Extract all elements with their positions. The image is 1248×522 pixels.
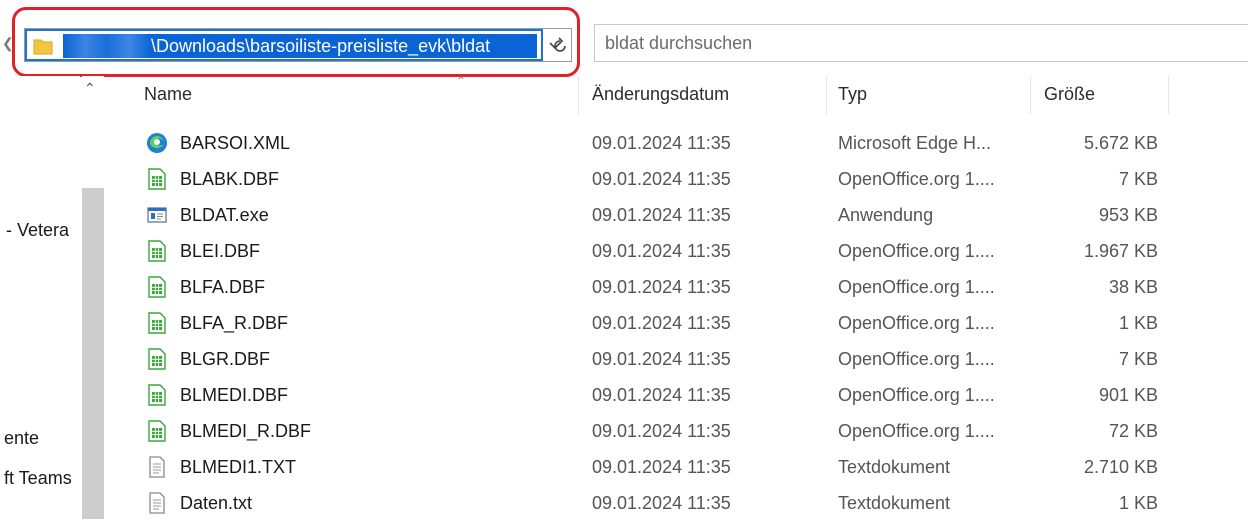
file-row[interactable]: BLDAT.exe 09.01.2024 11:35 Anwendung 953 KB <box>104 198 1248 234</box>
nav-scrollbar-thumb[interactable] <box>82 188 104 519</box>
address-path-text: \Downloads\barsoiliste-preisliste_evk\bl… <box>151 36 491 56</box>
spreadsheet-icon <box>146 384 168 406</box>
file-type: Textdokument <box>838 457 951 477</box>
file-type: OpenOffice.org 1.... <box>838 313 995 333</box>
file-size: 5.672 KB <box>1083 133 1158 153</box>
file-date: 09.01.2024 11:35 <box>592 385 731 405</box>
file-name: BLDAT.exe <box>180 205 269 225</box>
file-date: 09.01.2024 11:35 <box>592 133 731 153</box>
file-name: BLGR.DBF <box>180 349 271 369</box>
column-header-date[interactable]: Änderungsdatum <box>592 84 729 105</box>
spreadsheet-icon <box>146 312 168 334</box>
file-row[interactable]: BLEI.DBF 09.01.2024 11:35 OpenOffice.org 1… <box>104 234 1248 270</box>
search-input[interactable]: bldat durchsuchen <box>594 24 1248 62</box>
file-size: 38 KB <box>1108 277 1158 297</box>
file-name: BLFA_R.DBF <box>180 313 289 333</box>
file-size: 2.710 KB <box>1083 457 1158 477</box>
file-row[interactable]: BLGR.DBF 09.01.2024 11:35 OpenOffice.org 1… <box>104 342 1248 378</box>
edge-icon <box>146 132 168 154</box>
address-bar[interactable]: \Downloads\barsoiliste-preisliste_evk\bl… <box>24 28 572 62</box>
folder-icon <box>33 39 53 55</box>
nav-item-vetera[interactable]: - Vetera <box>6 220 69 241</box>
file-date: 09.01.2024 11:35 <box>592 457 731 477</box>
file-name: BLMEDI1.TXT <box>180 457 297 477</box>
file-date: 09.01.2024 11:35 <box>592 313 731 333</box>
spreadsheet-icon <box>146 276 168 298</box>
nav-item-ente[interactable]: ente <box>4 428 39 449</box>
column-header-type[interactable]: Typ <box>838 84 867 105</box>
file-date: 09.01.2024 11:35 <box>592 205 731 225</box>
file-row[interactable]: BLABK.DBF 09.01.2024 11:35 OpenOffice.org … <box>104 162 1248 198</box>
file-row[interactable]: BARSOI.XML 09.01.2024 11:35 Microsoft Edge… <box>104 126 1248 162</box>
spreadsheet-icon <box>146 168 168 190</box>
file-size: 7 KB <box>1118 169 1158 189</box>
text-document-icon <box>146 492 168 514</box>
blurred-path-segment <box>63 34 151 58</box>
file-size: 953 KB <box>1098 205 1158 225</box>
file-row[interactable]: Daten.txt 09.01.2024 11:35 Textdokument 1 K… <box>104 486 1248 522</box>
column-divider[interactable] <box>1030 76 1031 114</box>
address-toolbar: ❮ \Downloads\barsoiliste-preisliste_evk\… <box>0 0 1248 77</box>
file-name: BLMEDI.DBF <box>180 385 289 405</box>
refresh-icon[interactable] <box>550 36 570 56</box>
application-icon <box>146 204 168 226</box>
file-row[interactable]: BLMEDI_R.DBF 09.01.2024 11:35 OpenOffice.o… <box>104 414 1248 450</box>
file-type: Microsoft Edge H... <box>838 133 992 153</box>
file-type: OpenOffice.org 1.... <box>838 349 995 369</box>
column-header-size[interactable]: Größe <box>1044 84 1095 105</box>
navigation-pane: - Vetera ente ft Teams <box>0 76 80 519</box>
spreadsheet-icon <box>146 240 168 262</box>
search-placeholder: bldat durchsuchen <box>605 33 753 53</box>
file-date: 09.01.2024 11:35 <box>592 277 731 297</box>
file-name: BLMEDI_R.DBF <box>180 421 312 441</box>
column-divider[interactable] <box>826 76 827 114</box>
address-input[interactable]: \Downloads\barsoiliste-preisliste_evk\bl… <box>25 29 543 61</box>
file-name: BLEI.DBF <box>180 241 261 261</box>
file-date: 09.01.2024 11:35 <box>592 421 731 441</box>
file-name: BARSOI.XML <box>180 133 291 153</box>
address-path-selected[interactable]: \Downloads\barsoiliste-preisliste_evk\bl… <box>63 34 537 58</box>
column-header-name[interactable]: Name <box>144 84 192 105</box>
file-type: Anwendung <box>838 205 934 225</box>
text-document-icon <box>146 456 168 478</box>
file-date: 09.01.2024 11:35 <box>592 241 731 261</box>
scroll-up-icon[interactable]: ⌃ <box>84 80 96 97</box>
file-list-header: ⌃ Name Änderungsdatum Typ Größe <box>104 74 1248 114</box>
nav-item-teams[interactable]: ft Teams <box>4 468 72 489</box>
spreadsheet-icon <box>146 420 168 442</box>
file-type: Textdokument <box>838 493 951 513</box>
file-row[interactable]: BLMEDI1.TXT 09.01.2024 11:35 Textdokument 2… <box>104 450 1248 486</box>
file-size: 1.967 KB <box>1083 241 1158 261</box>
file-date: 09.01.2024 11:35 <box>592 349 731 369</box>
file-name: BLFA.DBF <box>180 277 266 297</box>
file-type: OpenOffice.org 1.... <box>838 169 995 189</box>
file-name: Daten.txt <box>180 493 253 513</box>
file-row[interactable]: BLFA.DBF 09.01.2024 11:35 OpenOffice.org 1… <box>104 270 1248 306</box>
file-size: 901 KB <box>1098 385 1158 405</box>
file-size: 7 KB <box>1118 349 1158 369</box>
column-divider[interactable] <box>1168 76 1169 114</box>
file-size: 1 KB <box>1118 313 1158 333</box>
file-size: 1 KB <box>1118 493 1158 513</box>
spreadsheet-icon <box>146 348 168 370</box>
column-divider[interactable] <box>578 76 579 114</box>
file-type: OpenOffice.org 1.... <box>838 241 995 261</box>
file-type: OpenOffice.org 1.... <box>838 421 995 441</box>
file-name: BLABK.DBF <box>180 169 280 189</box>
file-date: 09.01.2024 11:35 <box>592 493 731 513</box>
file-type: OpenOffice.org 1.... <box>838 277 995 297</box>
file-row[interactable]: BLFA_R.DBF 09.01.2024 11:35 OpenOffice.org… <box>104 306 1248 342</box>
file-size: 72 KB <box>1108 421 1158 441</box>
file-date: 09.01.2024 11:35 <box>592 169 731 189</box>
file-type: OpenOffice.org 1.... <box>838 385 995 405</box>
sort-caret-icon: ⌃ <box>456 74 467 88</box>
file-row[interactable]: BLMEDI.DBF 09.01.2024 11:35 OpenOffice.org… <box>104 378 1248 414</box>
